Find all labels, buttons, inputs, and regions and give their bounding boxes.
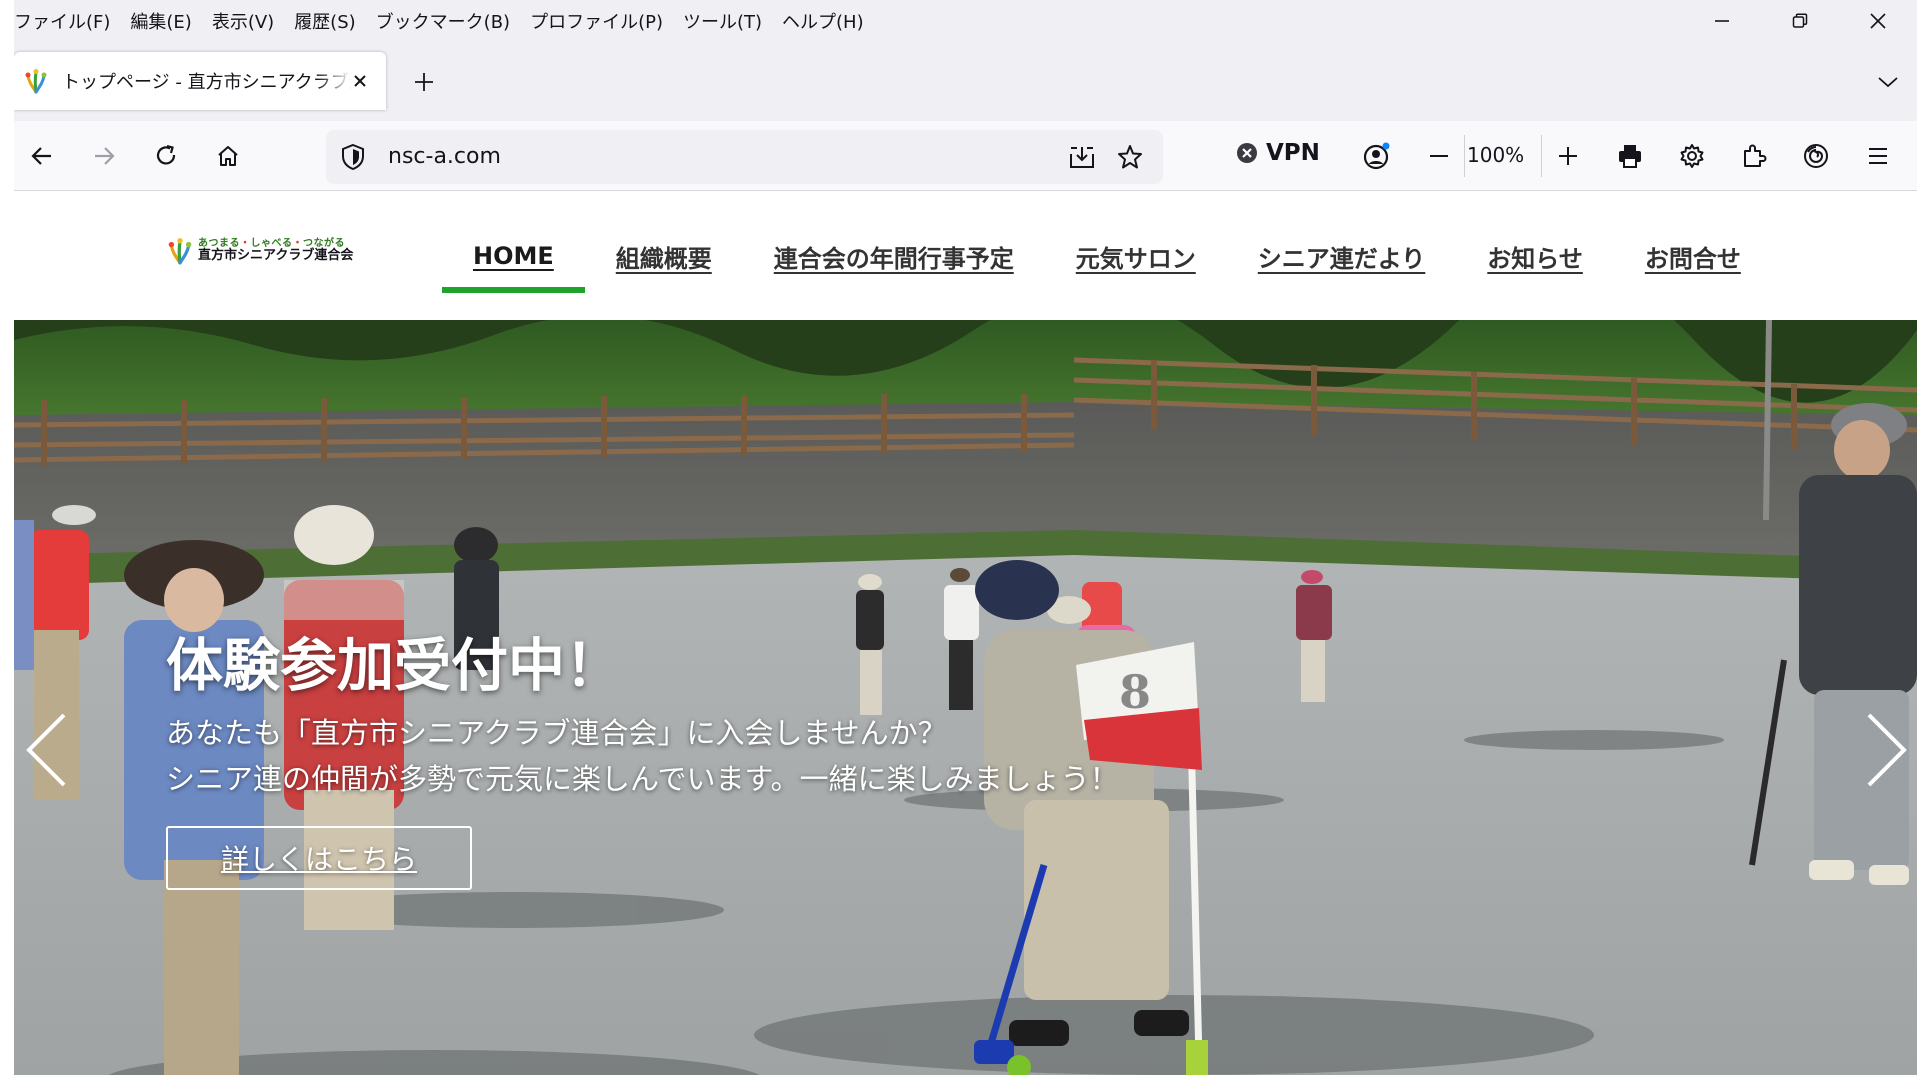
star-icon[interactable] (1116, 143, 1144, 171)
divider (1464, 135, 1465, 177)
menu-profiles[interactable]: プロファイル(P) (520, 8, 673, 34)
tab-close-button[interactable] (348, 69, 372, 93)
divider (1541, 135, 1542, 177)
navigation-toolbar: nsc-a.com VPN 100% (14, 121, 1917, 191)
app-menu-button[interactable] (1858, 136, 1898, 176)
browser-logo-icon (1804, 144, 1828, 168)
hamburger-icon (1869, 148, 1887, 164)
hero-carousel: 8 体験参加受付中！ あなたも「直方市シニアクラブ連合会」に入会しませんか？ シ… (14, 320, 1917, 1075)
nav-home[interactable]: HOME (442, 192, 585, 320)
zoom-in-button[interactable] (1548, 136, 1588, 176)
hero-text-line-1: あなたも「直方市シニアクラブ連合会」に入会しませんか？ (166, 716, 947, 750)
menu-file[interactable]: ファイル(F) (14, 8, 120, 34)
nav-news[interactable]: お知らせ (1456, 192, 1614, 320)
zoom-level[interactable]: 100% (1467, 143, 1524, 167)
forward-button[interactable] (84, 136, 124, 176)
carousel-next-button[interactable] (1857, 705, 1917, 795)
new-tab-button[interactable] (409, 67, 439, 97)
main-nav: HOME 組織概要 連合会の年間行事予定 元気サロン シニア連だより お知らせ … (442, 192, 1772, 320)
extensions-button[interactable] (1734, 136, 1774, 176)
menu-help[interactable]: ヘルプ(H) (772, 8, 874, 34)
reload-icon (156, 144, 176, 165)
web-page: あつまる・しゃべる・つながる 直方市シニアクラブ連合会 HOME 組織概要 連合… (14, 192, 1917, 1075)
account-button[interactable] (1357, 136, 1397, 176)
nav-organization[interactable]: 組織概要 (585, 192, 743, 320)
minimize-button[interactable] (1683, 0, 1761, 41)
vpn-label: VPN (1266, 140, 1320, 166)
chevron-down-icon (1878, 77, 1898, 88)
nav-contact[interactable]: お問合せ (1614, 192, 1772, 320)
site-header: あつまる・しゃべる・つながる 直方市シニアクラブ連合会 HOME 組織概要 連合… (14, 192, 1917, 320)
logo-sprout-icon (168, 238, 192, 265)
minus-icon (1430, 155, 1448, 157)
plus-icon (415, 73, 433, 91)
logo-text: あつまる・しゃべる・つながる 直方市シニアクラブ連合会 (198, 238, 354, 264)
menu-history[interactable]: 履歴(S) (284, 8, 365, 34)
logo-name: 直方市シニアクラブ連合会 (198, 248, 354, 264)
nav-annual-events[interactable]: 連合会の年間行事予定 (743, 192, 1045, 320)
url-text[interactable]: nsc-a.com (388, 144, 501, 169)
menu-edit[interactable]: 編集(E) (120, 8, 201, 34)
menu-bookmarks[interactable]: ブックマーク(B) (366, 8, 520, 34)
tab-title: トップページ - 直方市シニアクラブ連合会 (62, 72, 352, 93)
chevron-right-icon (1867, 713, 1907, 787)
restore-icon (1792, 13, 1808, 28)
firefox-view-button[interactable] (1796, 136, 1836, 176)
close-icon (1870, 12, 1886, 29)
back-button[interactable] (22, 136, 62, 176)
svg-text:8: 8 (1119, 665, 1151, 719)
menu-view[interactable]: 表示(V) (202, 8, 284, 34)
home-icon (218, 146, 238, 166)
hero-title: 体験参加受付中！ (166, 633, 622, 699)
account-icon (1363, 142, 1390, 170)
settings-button[interactable] (1672, 136, 1712, 176)
details-button[interactable]: 詳しくはこちら (166, 826, 472, 890)
save-to-pocket-icon[interactable] (1068, 144, 1096, 170)
gear-icon (1680, 144, 1704, 168)
browser-window: ファイル(F) 編集(E) 表示(V) 履歴(S) ブックマーク(B) プロファ… (14, 0, 1917, 1075)
zoom-out-button[interactable] (1419, 136, 1459, 176)
printer-icon (1619, 145, 1641, 168)
tab-bar: トップページ - 直方市シニアクラブ連合会 (14, 41, 1917, 121)
menu-bar: ファイル(F) 編集(E) 表示(V) 履歴(S) ブックマーク(B) プロファ… (14, 0, 1917, 41)
restore-button[interactable] (1761, 0, 1839, 41)
close-icon (354, 75, 366, 87)
carousel-prev-button[interactable] (16, 705, 76, 795)
home-button[interactable] (208, 136, 248, 176)
chevron-left-icon (26, 713, 66, 787)
window-controls (1683, 0, 1917, 41)
vpn-off-icon (1237, 143, 1257, 163)
nav-newsletter[interactable]: シニア連だより (1227, 192, 1457, 320)
hero-text-line-2: シニア連の仲間が多勢で元気に楽しんでいます。一緒に楽しみましょう！ (166, 762, 1119, 796)
favicon-icon (22, 67, 50, 95)
site-logo[interactable]: あつまる・しゃべる・つながる 直方市シニアクラブ連合会 (166, 237, 353, 265)
list-all-tabs-button[interactable] (1873, 67, 1903, 97)
vpn-button[interactable]: VPN (1236, 140, 1320, 166)
arrow-right-icon (95, 147, 115, 165)
puzzle-icon (1744, 144, 1767, 167)
tab-active[interactable]: トップページ - 直方市シニアクラブ連合会 (14, 52, 386, 110)
nav-genki-salon[interactable]: 元気サロン (1045, 192, 1227, 320)
address-bar[interactable]: nsc-a.com (326, 130, 1163, 184)
menu-tools[interactable]: ツール(T) (673, 8, 772, 34)
shield-icon[interactable] (340, 143, 366, 171)
plus-icon (1559, 147, 1577, 165)
close-window-button[interactable] (1839, 0, 1917, 41)
arrow-left-icon (31, 147, 51, 165)
reload-button[interactable] (146, 136, 186, 176)
minimize-icon (1715, 19, 1729, 22)
print-button[interactable] (1610, 136, 1650, 176)
